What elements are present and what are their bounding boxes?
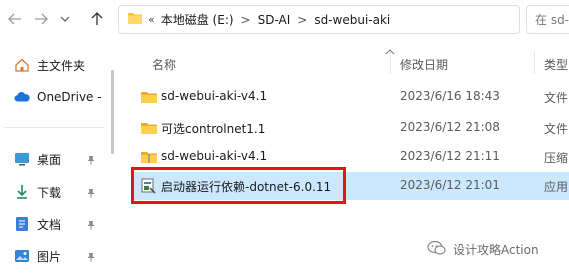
sidebar-item-onedrive[interactable]: OneDrive - <box>0 84 108 110</box>
address-bar[interactable]: « 本地磁盘 (E:) > SD-AI > sd-webui-aki <box>118 5 520 34</box>
watermark: 设计攻略Action <box>427 240 539 259</box>
file-row-selected[interactable]: 启动器运行依赖-dotnet-6.0.11 2023/6/12 21:01 应用 <box>134 172 569 200</box>
address-segment-drive[interactable]: 本地磁盘 (E:) <box>161 11 234 28</box>
arrow-left-icon <box>8 12 22 26</box>
file-name: sd-webui-aki-v4.1 <box>161 149 268 163</box>
folder-icon <box>140 89 158 105</box>
file-name: 启动器运行依赖-dotnet-6.0.11 <box>161 180 332 194</box>
address-separator[interactable]: > <box>241 13 251 27</box>
column-divider[interactable] <box>534 52 535 74</box>
installer-icon <box>140 178 158 194</box>
sidebar-item-label: 主文件夹 <box>37 58 86 73</box>
pin-icon[interactable] <box>86 219 96 233</box>
sidebar-item-home[interactable]: 主文件夹 <box>0 52 108 78</box>
address-separator[interactable]: > <box>297 13 307 27</box>
file-row[interactable]: sd-webui-aki-v4.1 2023/6/16 18:43 文件 <box>134 83 569 111</box>
address-segment-sd-ai[interactable]: SD-AI <box>258 13 291 27</box>
download-icon <box>14 184 30 200</box>
folder-icon <box>140 120 158 136</box>
column-header-modified[interactable]: 修改日期 <box>400 56 448 73</box>
address-segment-sd-webui-aki[interactable]: sd-webui-aki <box>314 13 390 27</box>
back-button[interactable] <box>4 8 26 30</box>
search-box[interactable]: 在 sd-... <box>526 5 569 34</box>
cloud-icon <box>14 89 30 105</box>
sidebar-item-documents[interactable]: 文档 <box>0 211 108 237</box>
file-type: 文件 <box>544 122 569 136</box>
file-type: 压缩 <box>544 151 569 165</box>
watermark-text: 设计攻略Action <box>453 243 539 257</box>
recent-locations-button[interactable] <box>58 8 72 30</box>
file-name: sd-webui-aki-v4.1 <box>161 89 268 103</box>
search-placeholder: 在 sd-... <box>535 13 569 27</box>
sidebar-item-label: OneDrive - <box>37 90 102 104</box>
forward-button[interactable] <box>30 8 52 30</box>
address-overflow[interactable]: « <box>148 13 155 26</box>
sidebar-scrollbar-thumb[interactable] <box>111 70 114 154</box>
column-header-type[interactable]: 类型 <box>544 56 568 73</box>
sidebar-scrollbar[interactable] <box>108 40 118 276</box>
wechat-icon <box>427 240 447 259</box>
pin-icon[interactable] <box>86 251 96 265</box>
arrow-up-icon <box>90 12 104 26</box>
sidebar-item-downloads[interactable]: 下载 <box>0 179 108 205</box>
sidebar-item-label: 下载 <box>37 185 62 200</box>
file-name: 可选controlnet1.1 <box>161 122 266 136</box>
sidebar-divider <box>4 127 104 128</box>
file-modified: 2023/6/16 18:43 <box>400 89 500 103</box>
picture-icon <box>14 248 30 264</box>
desktop-icon <box>14 151 30 167</box>
sidebar-item-label: 图片 <box>37 249 62 264</box>
sidebar-item-desktop[interactable]: 桌面 <box>0 146 108 172</box>
column-header-name[interactable]: 名称 <box>152 56 176 73</box>
pin-icon[interactable] <box>86 187 96 201</box>
file-modified: 2023/6/12 21:11 <box>400 149 500 163</box>
file-modified: 2023/6/12 21:01 <box>400 178 500 192</box>
folder-icon <box>127 11 143 28</box>
document-icon <box>14 216 30 232</box>
sidebar-item-pictures[interactable]: 图片 <box>0 243 108 269</box>
arrow-right-icon <box>34 12 48 26</box>
file-modified: 2023/6/12 21:08 <box>400 120 500 134</box>
chevron-down-icon <box>60 15 70 23</box>
file-row[interactable]: sd-webui-aki-v4.1 2023/6/12 21:11 压缩 <box>134 143 569 171</box>
file-row[interactable]: 可选controlnet1.1 2023/6/12 21:08 文件 <box>134 114 569 142</box>
file-type: 文件 <box>544 91 569 105</box>
sidebar-item-label: 桌面 <box>37 152 62 167</box>
zip-folder-icon <box>140 149 158 165</box>
up-button[interactable] <box>86 8 108 30</box>
file-type: 应用 <box>544 180 569 194</box>
navigation-pane: 主文件夹 OneDrive - 桌面 下载 文档 图片 <box>0 40 108 276</box>
pin-icon[interactable] <box>86 154 96 168</box>
sidebar-item-label: 文档 <box>37 217 62 232</box>
home-icon <box>14 57 30 73</box>
column-header: 名称 修改日期 类型 <box>118 40 569 84</box>
column-divider[interactable] <box>390 52 391 74</box>
navigation-bar: « 本地磁盘 (E:) > SD-AI > sd-webui-aki 在 sd-… <box>0 0 569 40</box>
